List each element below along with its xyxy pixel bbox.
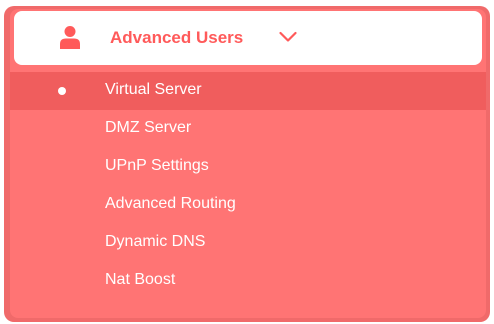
menu-frame: Advanced Users Virtual Server DMZ Server… <box>4 6 490 322</box>
menu-item-upnp-settings[interactable]: UPnP Settings <box>10 148 486 186</box>
menu-item-label: Dynamic DNS <box>105 233 206 250</box>
menu-item-label: Advanced Routing <box>105 195 236 212</box>
menu-item-virtual-server[interactable]: Virtual Server <box>10 72 486 110</box>
menu-item-dmz-server[interactable]: DMZ Server <box>10 110 486 148</box>
menu-item-advanced-routing[interactable]: Advanced Routing <box>10 186 486 224</box>
chevron-down-icon[interactable] <box>279 31 297 43</box>
user-icon <box>60 26 80 49</box>
menu-item-label: Virtual Server <box>105 81 202 98</box>
menu-item-dynamic-dns[interactable]: Dynamic DNS <box>10 224 486 262</box>
active-bullet-icon <box>58 87 66 95</box>
menu-item-label: Nat Boost <box>105 271 176 288</box>
menu-item-label: UPnP Settings <box>105 157 209 174</box>
header-label: Advanced Users <box>110 28 244 47</box>
menu-item-label: DMZ Server <box>105 119 192 136</box>
advanced-users-header[interactable]: Advanced Users <box>14 11 482 65</box>
menu-item-nat-boost[interactable]: Nat Boost <box>10 262 486 300</box>
advanced-users-menu: Advanced Users Virtual Server DMZ Server… <box>10 9 486 318</box>
submenu-list: Virtual Server DMZ Server UPnP Settings … <box>10 72 486 300</box>
